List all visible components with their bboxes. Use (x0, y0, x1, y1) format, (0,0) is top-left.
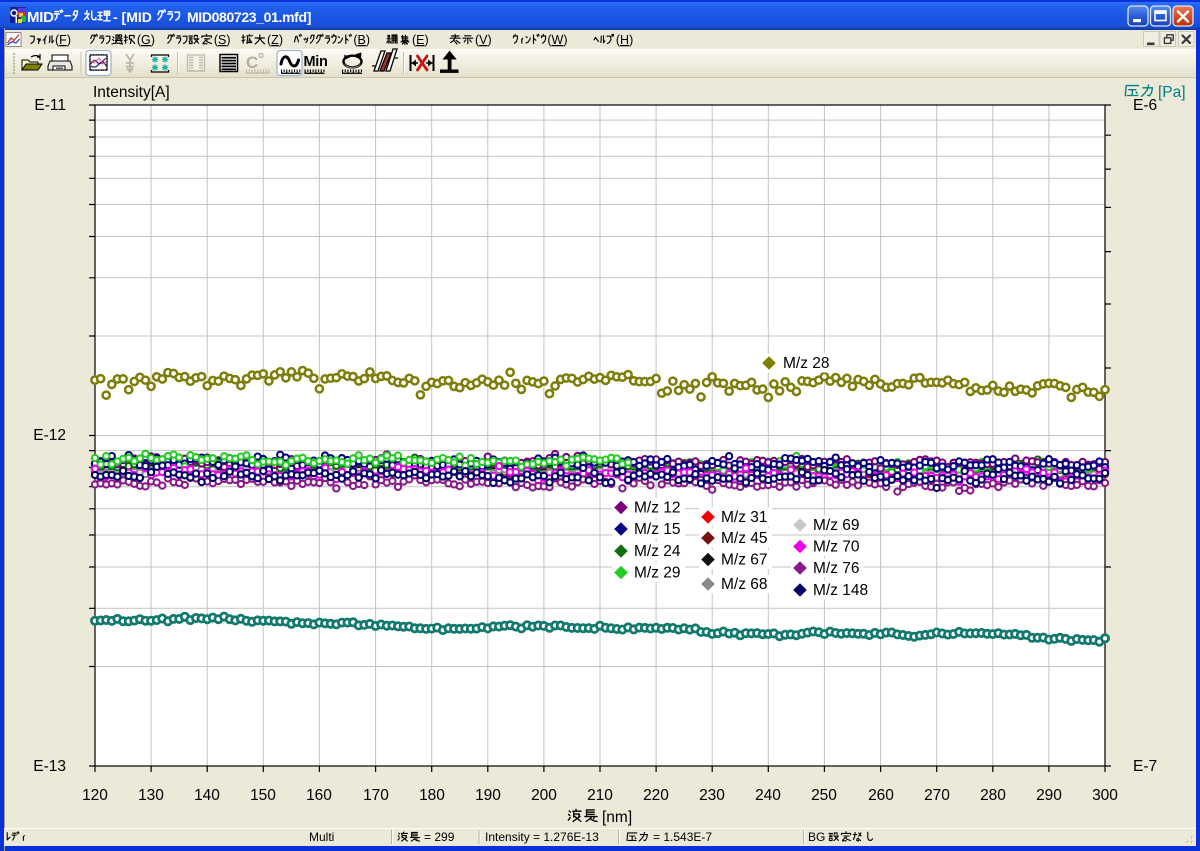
svg-text:= 1.543E-7: = 1.543E-7 (653, 830, 712, 844)
svg-text:(H): (H) (616, 33, 633, 47)
svg-text:M/z 68: M/z 68 (721, 576, 768, 593)
svg-text:150: 150 (250, 787, 276, 804)
svg-text:240: 240 (755, 787, 781, 804)
svg-text:M/z 12: M/z 12 (634, 500, 681, 517)
svg-text:200: 200 (531, 787, 557, 804)
svg-text:(S): (S) (214, 33, 231, 47)
svg-text:220: 220 (643, 787, 669, 804)
svg-text:210: 210 (587, 787, 613, 804)
svg-text:M/z 148: M/z 148 (813, 582, 868, 599)
svg-text:(E): (E) (412, 33, 429, 47)
svg-text:M/z 76: M/z 76 (813, 560, 860, 577)
svg-text:Intensity[A]: Intensity[A] (93, 84, 170, 101)
svg-text:Intensity = 1.276E-13: Intensity = 1.276E-13 (485, 830, 599, 844)
svg-text:- [MID: - [MID (113, 9, 152, 25)
svg-text:= 299: = 299 (424, 830, 455, 844)
svg-text:M/z 67: M/z 67 (721, 552, 768, 569)
svg-text:260: 260 (868, 787, 894, 804)
svg-text:(B): (B) (353, 33, 370, 47)
svg-text:(W): (W) (547, 33, 567, 47)
svg-text:(F): (F) (55, 33, 71, 47)
svg-text:M/z 15: M/z 15 (634, 521, 681, 538)
svg-text:250: 250 (811, 787, 837, 804)
svg-text:[nm]: [nm] (602, 809, 632, 826)
svg-text:Min: Min (304, 54, 328, 70)
svg-text:E-11: E-11 (34, 97, 66, 114)
svg-text:290: 290 (1036, 787, 1062, 804)
svg-text:230: 230 (699, 787, 725, 804)
svg-text:120: 120 (82, 787, 108, 804)
svg-text:E-7: E-7 (1133, 758, 1157, 775)
svg-text:M/z 45: M/z 45 (721, 530, 768, 547)
svg-text:M/z 69: M/z 69 (813, 517, 860, 534)
svg-text:M/z 24: M/z 24 (634, 543, 681, 560)
svg-text:180: 180 (419, 787, 445, 804)
svg-text:300: 300 (1092, 787, 1118, 804)
svg-text:E-12: E-12 (33, 427, 66, 444)
svg-text:C: C (246, 53, 258, 72)
svg-text:MID: MID (27, 9, 54, 26)
svg-text:130: 130 (138, 787, 164, 804)
svg-text:140: 140 (194, 787, 220, 804)
svg-text:M/z 31: M/z 31 (721, 509, 768, 526)
svg-text:E-6: E-6 (1133, 97, 1157, 114)
svg-text:Multi: Multi (309, 830, 334, 844)
svg-text:270: 270 (924, 787, 950, 804)
svg-text:[Pa]: [Pa] (1158, 84, 1186, 101)
svg-text:M/z 28: M/z 28 (783, 355, 830, 372)
svg-text:BG: BG (808, 830, 825, 844)
svg-text:M/z 29: M/z 29 (634, 565, 681, 582)
svg-text:M/z 70: M/z 70 (813, 539, 860, 556)
svg-text:MID080723_01.mfd]: MID080723_01.mfd] (187, 9, 311, 25)
svg-text:160: 160 (306, 787, 332, 804)
svg-text:170: 170 (363, 787, 389, 804)
svg-text:280: 280 (980, 787, 1006, 804)
svg-text:E-13: E-13 (33, 758, 66, 775)
svg-text:190: 190 (475, 787, 501, 804)
svg-text:(G): (G) (137, 33, 155, 47)
svg-text:(Z): (Z) (267, 33, 283, 47)
svg-text:(V): (V) (475, 33, 492, 47)
